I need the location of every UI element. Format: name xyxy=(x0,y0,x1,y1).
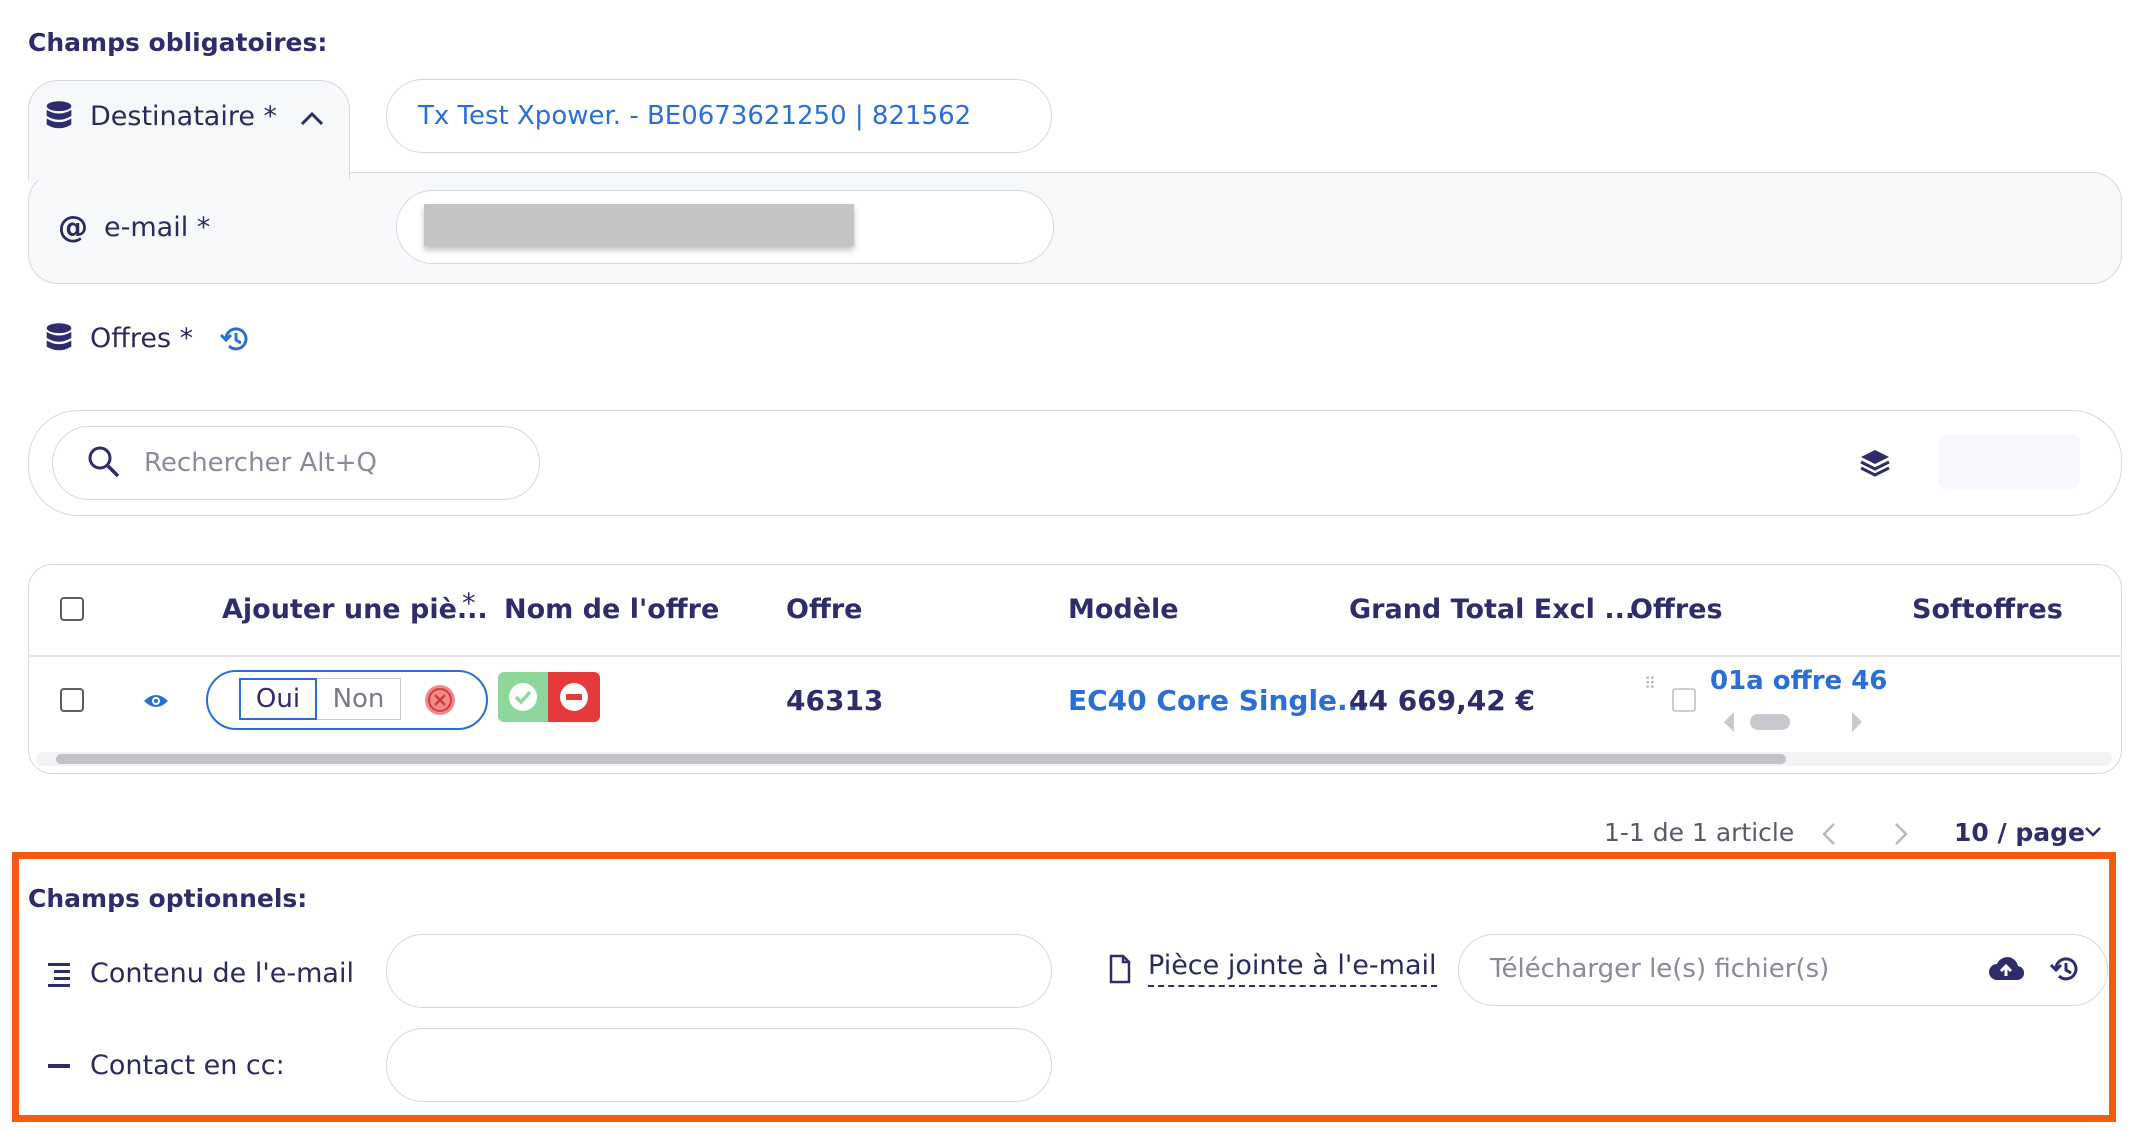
attachment-label-group: Pièce jointe à l'e-mail xyxy=(1108,950,1437,987)
chevron-down-icon[interactable] xyxy=(2082,824,2104,840)
recipient-value: Tx Test Xpower. - BE0673621250 | 821562 xyxy=(418,101,972,131)
page-size-select[interactable]: 10 / page xyxy=(1954,818,2085,847)
attachment-label: Pièce jointe à l'e-mail xyxy=(1148,950,1437,987)
recipient-label-group: Destinataire * xyxy=(44,100,277,132)
check-icon xyxy=(509,683,537,711)
chevron-up-icon[interactable] xyxy=(298,108,326,128)
offers-link[interactable]: 01a offre 4631 xyxy=(1710,666,1886,696)
layers-icon[interactable] xyxy=(1858,446,1892,480)
model-link[interactable]: EC40 Core Single... xyxy=(1068,684,1369,717)
chevron-left-icon[interactable] xyxy=(1818,820,1840,848)
clear-icon[interactable] xyxy=(424,684,456,716)
reject-button[interactable] xyxy=(548,672,600,722)
at-icon: @ xyxy=(58,210,88,245)
cc-contact-field[interactable] xyxy=(386,1028,1052,1102)
approve-button[interactable] xyxy=(498,672,548,722)
column-header-softoffres[interactable]: Softoffres xyxy=(1912,594,2063,625)
minus-icon xyxy=(48,1063,70,1068)
chevron-right-icon[interactable] xyxy=(1890,820,1912,848)
yes-option[interactable]: Oui xyxy=(239,678,317,720)
upload-placeholder: Télécharger le(s) fichier(s) xyxy=(1490,954,1830,984)
file-icon xyxy=(1109,954,1131,983)
email-content-label-group: Contenu de l'e-mail xyxy=(44,958,354,989)
email-label-group: @ e-mail * xyxy=(58,210,210,245)
carousel-prev-icon xyxy=(1724,712,1734,732)
table-divider xyxy=(28,655,2122,657)
carousel-indicator xyxy=(1750,714,1790,730)
align-right-icon xyxy=(48,962,70,987)
cc-contact-label-group: Contact en cc: xyxy=(44,1050,285,1081)
email-redacted-value xyxy=(424,204,854,246)
carousel-controls xyxy=(1724,712,1862,732)
table-scrollbar-thumb[interactable] xyxy=(56,754,1786,764)
search-placeholder: Rechercher Alt+Q xyxy=(144,448,377,478)
no-option[interactable]: Non xyxy=(317,678,401,720)
database-icon xyxy=(46,101,72,129)
eye-icon[interactable] xyxy=(142,691,170,711)
pagination-summary: 1-1 de 1 article xyxy=(1604,818,1795,847)
search-icon xyxy=(88,446,120,478)
select-all-checkbox[interactable] xyxy=(60,597,84,621)
email-label: e-mail * xyxy=(104,212,211,243)
offers-link-clip: 01a offre 4631 xyxy=(1710,666,1886,700)
grand-total-value: 44 669,42 € xyxy=(1349,684,1535,717)
drag-handle-icon[interactable]: ⠿ xyxy=(1644,674,1656,693)
row-checkbox[interactable] xyxy=(60,688,84,712)
offers-label: Offres * xyxy=(90,322,194,354)
column-header-model[interactable]: Modèle xyxy=(1068,594,1179,625)
optional-fields-title: Champs optionnels: xyxy=(28,884,308,913)
recipient-panel xyxy=(28,172,2122,284)
minus-circle-icon xyxy=(560,683,588,711)
offers-label-group: Offres * xyxy=(44,322,193,354)
carousel-next-icon xyxy=(1852,712,1862,732)
email-content-label: Contenu de l'e-mail xyxy=(90,958,354,989)
required-fields-title: Champs obligatoires: xyxy=(28,28,328,57)
column-header-attachment[interactable]: Ajouter une piè... xyxy=(222,594,488,625)
email-content-field[interactable] xyxy=(386,934,1052,1008)
history-icon[interactable] xyxy=(2048,952,2082,986)
column-header-offer[interactable]: Offre xyxy=(786,594,862,625)
cc-contact-label: Contact en cc: xyxy=(90,1050,285,1081)
offer-number: 46313 xyxy=(786,684,884,717)
history-icon[interactable] xyxy=(218,322,252,356)
column-header-offers[interactable]: Offres xyxy=(1630,594,1723,625)
offers-checkbox[interactable] xyxy=(1672,688,1696,712)
recipient-label: Destinataire * xyxy=(90,100,278,132)
column-header-required-marker: * xyxy=(462,588,476,619)
column-header-grand-total[interactable]: Grand Total Excl ... xyxy=(1349,594,1635,625)
column-header-offer-name[interactable]: Nom de l'offre xyxy=(504,594,719,625)
toolbar-button[interactable] xyxy=(1938,434,2080,490)
database-icon xyxy=(46,323,72,351)
cloud-upload-icon[interactable] xyxy=(1988,954,2024,984)
